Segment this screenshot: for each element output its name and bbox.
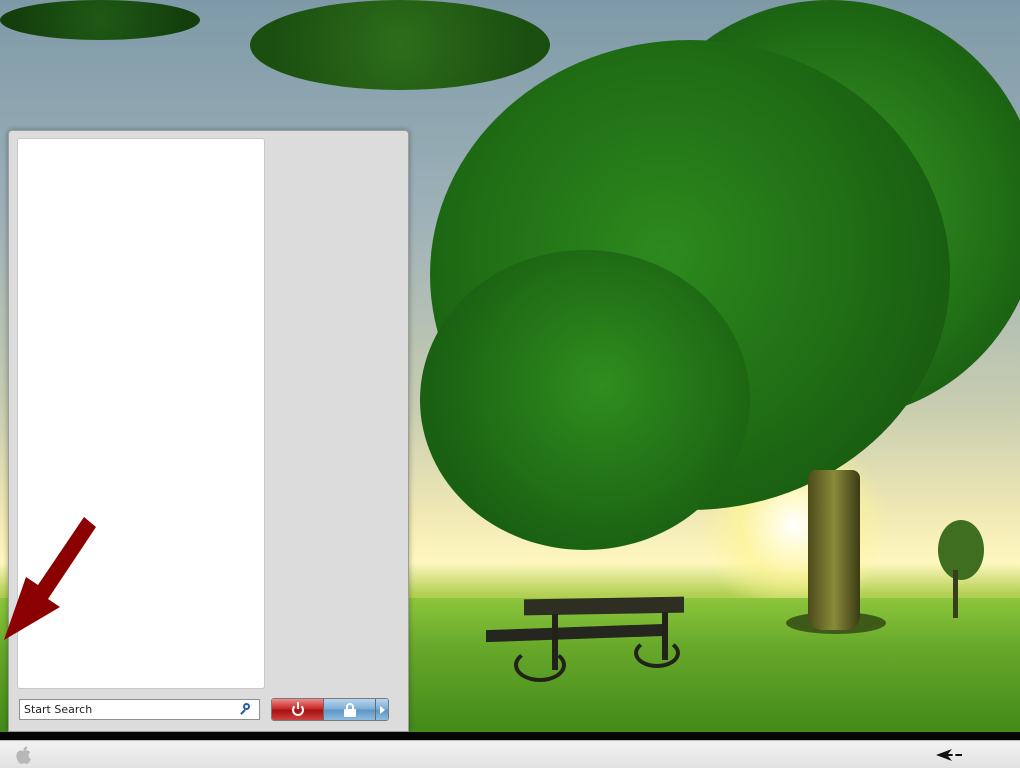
annotation-arrow-left: [4, 517, 96, 640]
arrow-left-icon[interactable]: [936, 749, 962, 761]
tree-canopy-corner: [0, 0, 200, 40]
apple-logo-icon[interactable]: [12, 744, 36, 766]
far-tree-crown: [938, 520, 984, 580]
power-icon: [291, 701, 304, 716]
power-button-group: [271, 698, 389, 721]
power-button[interactable]: [272, 699, 324, 720]
bench-foot: [514, 648, 566, 682]
places-pane: [267, 138, 400, 689]
taskbar: [0, 740, 1020, 768]
far-tree-trunk: [953, 570, 958, 618]
bench-backrest: [524, 596, 684, 616]
start-search-input[interactable]: [20, 700, 238, 719]
power-options-button[interactable]: [376, 699, 388, 720]
lock-button[interactable]: [324, 699, 376, 720]
tree-canopy-lower: [420, 250, 750, 550]
tree-trunk: [808, 470, 860, 630]
taskbar-top-edge: [0, 732, 1020, 740]
search-icon[interactable]: [238, 702, 254, 718]
chevron-right-icon: [379, 705, 385, 714]
start-search-box[interactable]: [19, 699, 260, 720]
bench-foot: [634, 638, 680, 668]
tree-canopy-top: [250, 0, 550, 90]
lock-icon: [343, 702, 356, 717]
